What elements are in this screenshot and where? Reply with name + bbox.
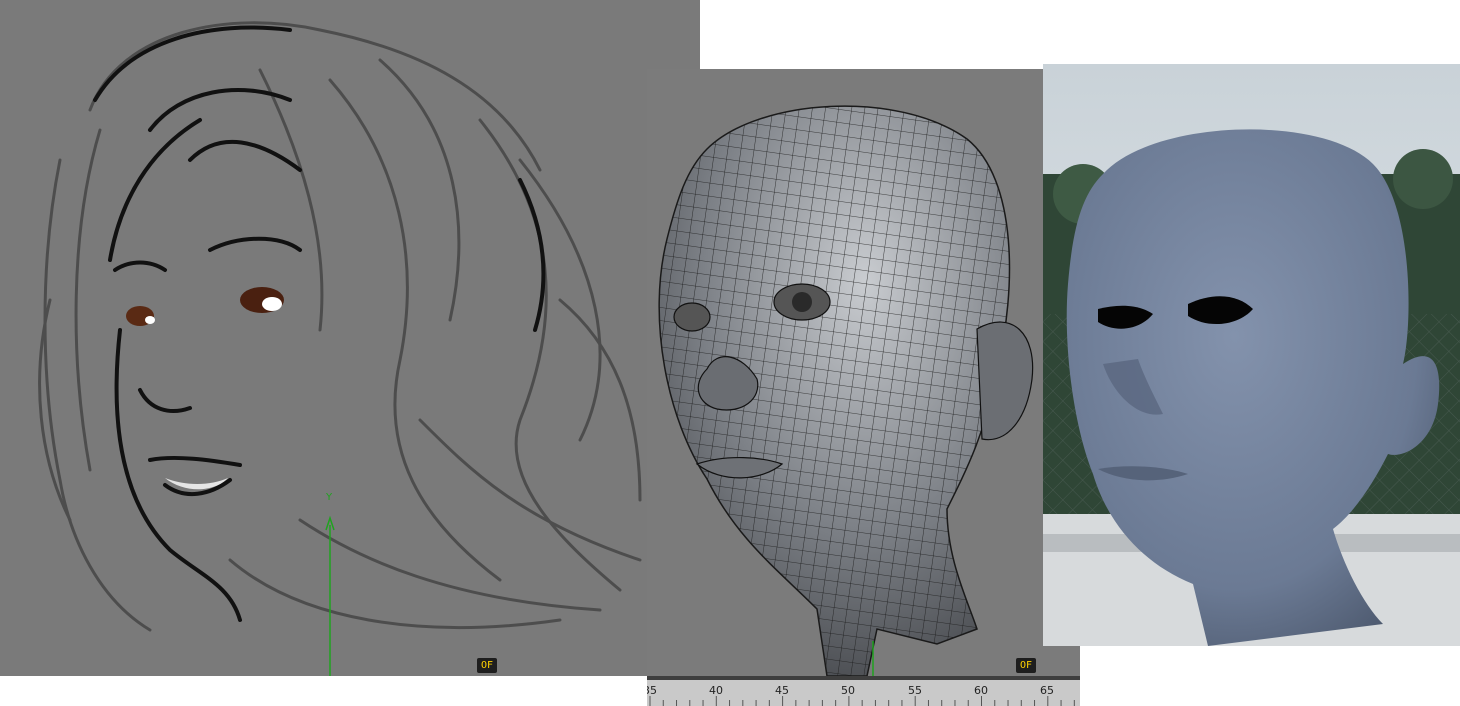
frame-counter-badge: OF bbox=[477, 658, 498, 673]
sketch-viewport[interactable]: Y OF bbox=[0, 0, 700, 676]
mesh-left-eye bbox=[673, 302, 711, 332]
render-view bbox=[1043, 64, 1460, 646]
screenshot-collage: Y OF OF 5 40 45 50 55 60 65 bbox=[0, 0, 1460, 706]
mesh-viewport[interactable]: OF bbox=[647, 69, 1043, 676]
y-axis-label: Y bbox=[326, 492, 333, 503]
hair-sketch-drawing bbox=[38, 21, 642, 676]
frame-counter-badge-2: OF bbox=[1016, 658, 1037, 673]
mesh-ear bbox=[976, 321, 1034, 441]
wireframe-head-model bbox=[658, 105, 1034, 676]
timeline-ruler[interactable]: 35 40 45 50 55 60 65 bbox=[647, 676, 1080, 706]
rendered-head-image bbox=[1043, 64, 1460, 646]
timeline-tick-marks bbox=[649, 696, 1075, 706]
mesh-viewport-extension bbox=[1043, 646, 1080, 676]
